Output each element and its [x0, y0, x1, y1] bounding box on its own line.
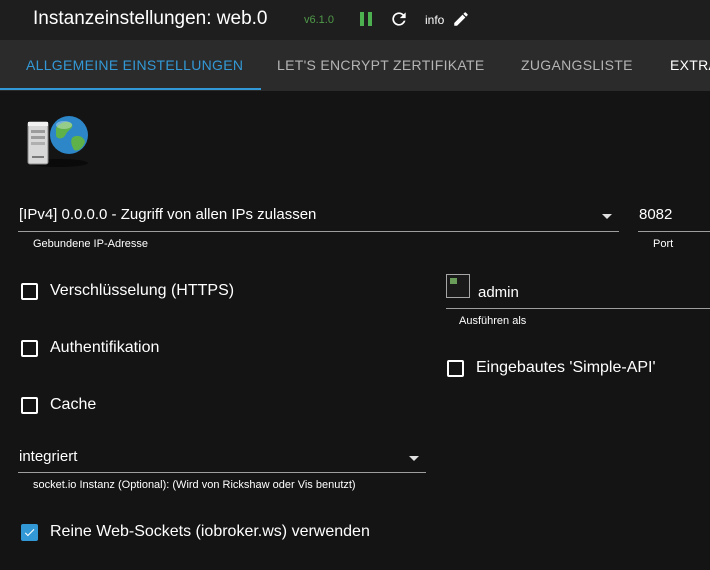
- simple-api-label: Eingebautes 'Simple-API': [476, 359, 656, 376]
- bind-ip-value: [IPv4] 0.0.0.0 - Zugriff von allen IPs z…: [19, 206, 317, 223]
- run-as-helper: Ausführen als: [459, 315, 527, 327]
- app-header: Instanzeinstellungen: web.0 v6.1.0 info: [0, 0, 710, 40]
- info-label: info: [425, 13, 445, 27]
- tab-bar: ALLGEMEINE EINSTELLUNGEN LET'S ENCRYPT Z…: [0, 40, 710, 91]
- tab-letsencrypt[interactable]: LET'S ENCRYPT ZERTIFIKATE: [277, 40, 485, 91]
- tab-access-list[interactable]: ZUGANGSLISTE: [521, 40, 633, 91]
- cache-checkbox[interactable]: [21, 397, 38, 414]
- checkmark-icon: [24, 529, 35, 537]
- chevron-down-icon: [409, 456, 419, 461]
- user-avatar: [446, 274, 470, 298]
- https-checkbox[interactable]: [21, 283, 38, 300]
- port-input[interactable]: 8082: [638, 200, 710, 232]
- web-sockets-label: Reine Web-Sockets (iobroker.ws) verwende…: [50, 523, 370, 540]
- socketio-helper: socket.io Instanz (Optional): (Wird von …: [33, 479, 356, 491]
- port-value: 8082: [639, 206, 673, 223]
- auth-label: Authentifikation: [50, 339, 160, 356]
- web-adapter-logo: [22, 112, 92, 168]
- https-label: Verschlüsselung (HTTPS): [50, 282, 235, 299]
- cache-label: Cache: [50, 396, 97, 413]
- page-title: Instanzeinstellungen: web.0: [33, 8, 268, 29]
- tab-general-settings[interactable]: ALLGEMEINE EINSTELLUNGEN: [26, 40, 243, 91]
- pause-icon[interactable]: [358, 11, 374, 27]
- socketio-value: integriert: [19, 448, 78, 465]
- active-tab-indicator: [0, 88, 261, 90]
- run-as-user-value: admin: [478, 284, 519, 301]
- chevron-down-icon: [602, 214, 612, 219]
- auth-checkbox[interactable]: [21, 340, 38, 357]
- simple-api-checkbox[interactable]: [447, 360, 464, 377]
- bind-ip-select[interactable]: [IPv4] 0.0.0.0 - Zugriff von allen IPs z…: [18, 200, 619, 232]
- run-as-user-select[interactable]: admin: [446, 272, 710, 309]
- bind-ip-helper: Gebundene IP-Adresse: [33, 238, 148, 250]
- port-helper: Port: [653, 238, 674, 250]
- web-sockets-checkbox[interactable]: [21, 524, 38, 541]
- tab-extra[interactable]: EXTRA: [670, 40, 710, 91]
- version-label: v6.1.0: [304, 14, 334, 26]
- socketio-instance-select[interactable]: integriert: [18, 442, 426, 473]
- pencil-icon[interactable]: [452, 10, 470, 28]
- reload-icon[interactable]: [389, 9, 409, 29]
